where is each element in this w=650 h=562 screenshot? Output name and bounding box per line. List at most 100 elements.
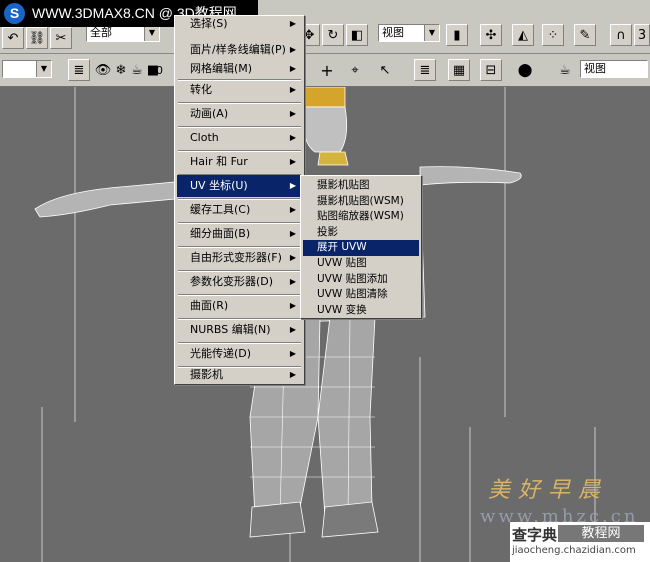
submenu-item-label: UVW 贴图: [317, 257, 367, 269]
layer-value: 0: [156, 64, 163, 77]
menu-item-surface[interactable]: 曲面(R) ▶: [177, 295, 302, 317]
cursor-icon[interactable]: ↖: [374, 59, 396, 81]
menu-item-label: UV 坐标(U): [190, 179, 248, 192]
stamp-badge: 教程网: [558, 525, 644, 542]
undo-icon[interactable]: ↶: [2, 27, 24, 49]
submenu-arrow-icon: ▶: [289, 325, 296, 334]
menu-item-label: 细分曲面(B): [190, 227, 251, 240]
submenu-item-label: 展开 UVW: [317, 241, 367, 254]
normal-align-icon[interactable]: ✎: [574, 24, 596, 46]
hat: [304, 87, 346, 108]
unlink-icon[interactable]: ✂: [50, 27, 72, 49]
submenu-item-label: UVW 贴图添加: [317, 272, 388, 285]
chevron-down-icon: ▼: [36, 61, 51, 77]
menu-item-selection[interactable]: 选择(S) ▶: [177, 16, 302, 32]
submenu-item-label: 贴图缩放器(WSM): [317, 210, 404, 223]
submenu-item-label: 摄影机贴图(WSM): [317, 194, 404, 207]
menu-item-label: 选择(S): [190, 17, 228, 30]
site-logo-icon: S: [4, 3, 25, 24]
submenu-arrow-icon: ▶: [289, 181, 296, 190]
menu-item-free-form-deformers[interactable]: 自由形式变形器(F) ▶: [177, 247, 302, 269]
add-icon[interactable]: +: [316, 59, 338, 81]
submenu-item-projection[interactable]: 投影: [303, 225, 419, 241]
site-stamp: 查字典 教程网 jiaocheng.chazidian.com: [510, 522, 650, 562]
uv-coordinates-submenu: 摄影机贴图 摄影机贴图(WSM) 贴图缩放器(WSM) 投影 展开 UVW UV…: [300, 175, 422, 319]
menu-item-label: 参数化变形器(D): [190, 275, 274, 288]
layer-manager-icon[interactable]: ≣: [414, 59, 436, 81]
menu-item-label: 摄影机: [190, 368, 223, 381]
menu-item-conversion[interactable]: 转化 ▶: [177, 79, 302, 101]
mirror-icon[interactable]: ◭: [512, 24, 534, 46]
menu-item-uv-coordinates[interactable]: UV 坐标(U) ▶: [177, 175, 302, 197]
submenu-item-uvw-map-add[interactable]: UVW 贴图添加: [303, 272, 419, 288]
menu-item-label: Hair 和 Fur: [190, 155, 248, 168]
submenu-item-uvw-map-clear[interactable]: UVW 贴图清除: [303, 287, 419, 303]
layers-icon[interactable]: ≣: [68, 59, 90, 81]
submenu-arrow-icon: ▶: [289, 85, 296, 94]
material-editor-icon[interactable]: ⬤: [514, 59, 536, 81]
align-icon[interactable]: ⁘: [542, 24, 564, 46]
named-selection-dropdown[interactable]: ▼: [2, 60, 52, 78]
track-view-icon[interactable]: ▦: [448, 59, 470, 81]
submenu-item-uvw-xform[interactable]: UVW 变换: [303, 303, 419, 319]
snap-icon[interactable]: ∩: [610, 24, 632, 46]
submenu-item-camera-map-wsm[interactable]: 摄影机贴图(WSM): [303, 194, 419, 210]
render-type-dropdown[interactable]: 视图: [580, 60, 648, 78]
rotate-icon[interactable]: ↻: [322, 24, 344, 46]
head: [303, 106, 348, 153]
menu-item-label: 动画(A): [190, 107, 229, 120]
reference-coord-value: 视图: [382, 26, 404, 39]
chevron-down-icon: ▼: [424, 25, 439, 41]
menu-item-camera[interactable]: 摄影机 ▶: [177, 364, 302, 386]
submenu-item-uvw-map[interactable]: UVW 贴图: [303, 256, 419, 272]
submenu-arrow-icon: ▶: [289, 349, 296, 358]
secondary-toolbar: ▼ ≣ 👁 ❄ ☕ ■ 0 + ⌖ ↖ ≣ ▦ ⊟ ⬤ ☕ 视图: [0, 54, 650, 87]
menu-item-label: 光能传递(D): [190, 347, 252, 360]
modifiers-menu: 选择(S) ▶ 面片/样条线编辑(P) ▶ 网格编辑(M) ▶ 转化 ▶ 动画(…: [174, 15, 305, 385]
menu-item-label: 曲面(R): [190, 299, 229, 312]
submenu-item-label: 摄影机贴图: [317, 179, 370, 191]
menu-item-label: Cloth: [190, 131, 219, 144]
submenu-item-camera-map[interactable]: 摄影机贴图: [303, 178, 419, 194]
render-type-value: 视图: [584, 62, 606, 75]
menu-item-label: 面片/样条线编辑(P): [190, 43, 286, 56]
menu-item-label: 网格编辑(M): [190, 62, 253, 75]
menu-item-label: 自由形式变形器(F): [190, 251, 282, 264]
select-cursor-icon[interactable]: ⌖: [344, 59, 366, 81]
schematic-icon[interactable]: ⊟: [480, 59, 502, 81]
menu-item-cloth[interactable]: Cloth ▶: [177, 127, 302, 149]
reference-coord-dropdown[interactable]: 视图 ▼: [378, 24, 440, 42]
submenu-arrow-icon: ▶: [289, 301, 296, 310]
submenu-arrow-icon: ▶: [289, 277, 296, 286]
menu-item-mesh-edit[interactable]: 网格编辑(M) ▶: [177, 59, 302, 78]
select-manipulate-icon[interactable]: ✣: [480, 24, 502, 46]
link-icon[interactable]: ⛓: [26, 27, 48, 49]
menu-item-hair-fur[interactable]: Hair 和 Fur ▶: [177, 151, 302, 173]
submenu-arrow-icon: ▶: [289, 133, 296, 142]
stamp-title: 查字典: [512, 526, 558, 544]
submenu-arrow-icon: ▶: [289, 19, 296, 28]
submenu-arrow-icon: ▶: [289, 205, 296, 214]
submenu-item-unwrap-uvw[interactable]: 展开 UVW: [303, 240, 419, 256]
angle-snap-icon[interactable]: 3: [634, 24, 650, 46]
render-teapot-icon[interactable]: ☕: [554, 59, 576, 81]
calligraphy-watermark: 美好早晨: [488, 478, 609, 503]
submenu-arrow-icon: ▶: [289, 229, 296, 238]
menu-item-subdivision-surfaces[interactable]: 细分曲面(B) ▶: [177, 223, 302, 245]
submenu-arrow-icon: ▶: [289, 64, 296, 73]
submenu-item-label: 投影: [317, 225, 338, 238]
menu-item-radiosity[interactable]: 光能传递(D) ▶: [177, 343, 302, 365]
submenu-item-map-scaler-wsm[interactable]: 贴图缩放器(WSM): [303, 209, 419, 225]
submenu-item-label: UVW 贴图清除: [317, 288, 388, 301]
pivot-icon[interactable]: ▮: [446, 24, 468, 46]
stamp-url: jiaocheng.chazidian.com: [512, 545, 636, 556]
scale-icon[interactable]: ◧: [346, 24, 368, 46]
menu-item-cache-tools[interactable]: 缓存工具(C) ▶: [177, 199, 302, 221]
collar: [317, 151, 349, 166]
menu-item-patch-spline-edit[interactable]: 面片/样条线编辑(P) ▶: [177, 40, 302, 59]
menu-item-animation[interactable]: 动画(A) ▶: [177, 103, 302, 125]
menu-item-parametric-deformers[interactable]: 参数化变形器(D) ▶: [177, 271, 302, 293]
menu-item-nurbs-edit[interactable]: NURBS 编辑(N) ▶: [177, 319, 302, 341]
submenu-arrow-icon: ▶: [289, 109, 296, 118]
selection-filter-value: 全部: [90, 26, 112, 39]
